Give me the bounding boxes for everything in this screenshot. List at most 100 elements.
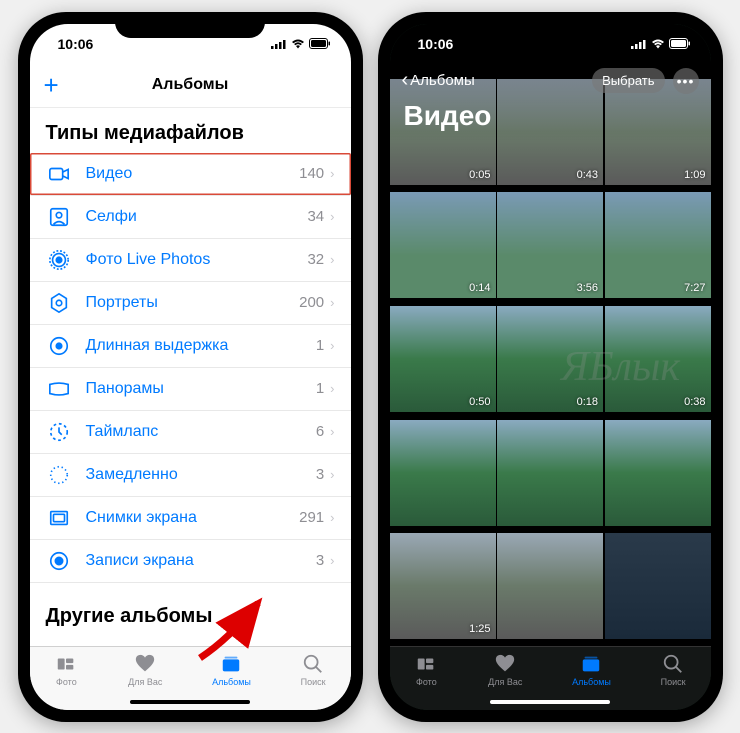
albums-content[interactable]: Типы медиафайлов Видео140›Селфи34›Фото L… <box>30 108 351 646</box>
home-indicator[interactable] <box>490 700 610 704</box>
list-row-video[interactable]: Видео140› <box>30 153 351 196</box>
row-label: Портреты <box>86 294 300 312</box>
screenshot-icon <box>46 507 72 529</box>
chevron-right-icon: › <box>330 510 334 525</box>
video-duration: 1:09 <box>684 169 705 181</box>
tab-foryou[interactable]: Для Вас <box>488 653 522 687</box>
wifi-icon <box>651 39 665 49</box>
screen-title: Видео <box>390 94 711 132</box>
video-thumbnail[interactable]: 0:50 <box>390 306 496 412</box>
battery-icon <box>669 38 691 49</box>
chevron-right-icon: › <box>330 338 334 353</box>
video-duration: 0:38 <box>684 396 705 408</box>
video-thumbnail[interactable] <box>605 420 711 526</box>
chevron-right-icon: › <box>330 209 334 224</box>
back-label: Альбомы <box>410 72 475 89</box>
row-count: 140 <box>299 165 324 182</box>
list-row-import[interactable]: Импортированные114› <box>30 636 351 646</box>
video-thumbnail[interactable]: 0:38 <box>605 306 711 412</box>
video-duration: 3:56 <box>577 282 598 294</box>
row-label: Таймлапс <box>86 423 316 441</box>
list-row-record[interactable]: Записи экрана3› <box>30 540 351 583</box>
row-count: 3 <box>316 552 324 569</box>
tab-label: Для Вас <box>488 677 522 687</box>
list-row-portrait[interactable]: Портреты200 › <box>30 282 351 325</box>
video-thumbnail[interactable] <box>497 420 603 526</box>
list-row-screenshot[interactable]: Снимки экрана291 › <box>30 497 351 540</box>
video-thumbnail[interactable]: 3:56 <box>497 192 603 298</box>
tab-label: Альбомы <box>212 677 251 687</box>
chevron-right-icon: › <box>330 381 334 396</box>
video-thumbnail[interactable] <box>497 533 603 639</box>
video-nav-bar: ‹ Альбомы Выбрать ••• <box>390 64 711 94</box>
list-row-selfie[interactable]: Селфи34› <box>30 196 351 239</box>
list-row-exposure[interactable]: Длинная выдержка1› <box>30 325 351 368</box>
status-time: 10:06 <box>50 36 94 52</box>
signal-icon <box>631 39 647 49</box>
status-icons <box>271 38 331 49</box>
select-button[interactable]: Выбрать <box>592 68 664 93</box>
left-phone-frame: 10:06 + Альбомы Типы медиафайлов Видео14… <box>18 12 363 722</box>
list-row-live[interactable]: Фото Live Photos32 › <box>30 239 351 282</box>
record-icon <box>46 550 72 572</box>
row-label: Замедленно <box>86 466 316 484</box>
slowmo-icon <box>46 464 72 486</box>
notch <box>475 12 625 38</box>
tab-photos[interactable]: Фото <box>414 653 438 687</box>
video-thumbnail[interactable]: 1:25 <box>390 533 496 639</box>
video-thumbnail[interactable]: 0:14 <box>390 192 496 298</box>
tab-label: Фото <box>416 677 437 687</box>
tab-label: Для Вас <box>128 677 162 687</box>
add-button[interactable]: + <box>44 70 59 100</box>
tab-label: Фото <box>56 677 77 687</box>
row-label: Длинная выдержка <box>86 337 316 355</box>
tab-albums[interactable]: Альбомы <box>212 653 251 687</box>
tab-search[interactable]: Поиск <box>301 653 326 687</box>
video-duration: 0:18 <box>577 396 598 408</box>
row-count: 6 <box>316 423 324 440</box>
timelapse-icon <box>46 421 72 443</box>
chevron-right-icon: › <box>330 424 334 439</box>
tab-label: Поиск <box>301 677 326 687</box>
video-duration: 0:50 <box>469 396 490 408</box>
video-icon <box>46 163 72 185</box>
chevron-right-icon: › <box>330 252 334 267</box>
video-thumbnail[interactable]: 0:18 <box>497 306 603 412</box>
nav-title: Альбомы <box>152 76 229 94</box>
list-row-slowmo[interactable]: Замедленно3› <box>30 454 351 497</box>
chevron-left-icon: ‹ <box>402 69 409 92</box>
signal-icon <box>271 39 287 49</box>
section-media-types: Типы медиафайлов <box>30 108 351 153</box>
status-time: 10:06 <box>410 36 454 52</box>
list-row-timelapse[interactable]: Таймлапс6 › <box>30 411 351 454</box>
row-label: Фото Live Photos <box>86 251 308 269</box>
video-duration: 7:27 <box>684 282 705 294</box>
video-duration: 0:43 <box>577 169 598 181</box>
video-thumbnail[interactable]: 7:27 <box>605 192 711 298</box>
row-count: 32 <box>307 251 324 268</box>
row-count: 291 <box>299 509 324 526</box>
video-thumbnail[interactable] <box>605 533 711 639</box>
list-row-panorama[interactable]: Панорамы1› <box>30 368 351 411</box>
albums-screen: 10:06 + Альбомы Типы медиафайлов Видео14… <box>30 24 351 710</box>
row-label: Снимки экрана <box>86 509 300 527</box>
back-button[interactable]: ‹ Альбомы <box>402 69 475 92</box>
more-button[interactable]: ••• <box>673 68 699 94</box>
tab-label: Альбомы <box>572 677 611 687</box>
status-icons <box>631 38 691 49</box>
tab-foryou[interactable]: Для Вас <box>128 653 162 687</box>
nav-bar: + Альбомы <box>30 64 351 108</box>
tab-photos[interactable]: Фото <box>54 653 78 687</box>
tab-albums[interactable]: Альбомы <box>572 653 611 687</box>
home-indicator[interactable] <box>130 700 250 704</box>
video-duration: 1:25 <box>469 623 490 635</box>
chevron-right-icon: › <box>330 166 334 181</box>
chevron-right-icon: › <box>330 295 334 310</box>
row-label: Панорамы <box>86 380 316 398</box>
overlay-header: 10:06 ‹ Альбомы Выбрать ••• Видео <box>390 24 711 142</box>
panorama-icon <box>46 378 72 400</box>
tab-search[interactable]: Поиск <box>661 653 686 687</box>
exposure-icon <box>46 335 72 357</box>
video-thumbnail[interactable] <box>390 420 496 526</box>
row-count: 200 <box>299 294 324 311</box>
